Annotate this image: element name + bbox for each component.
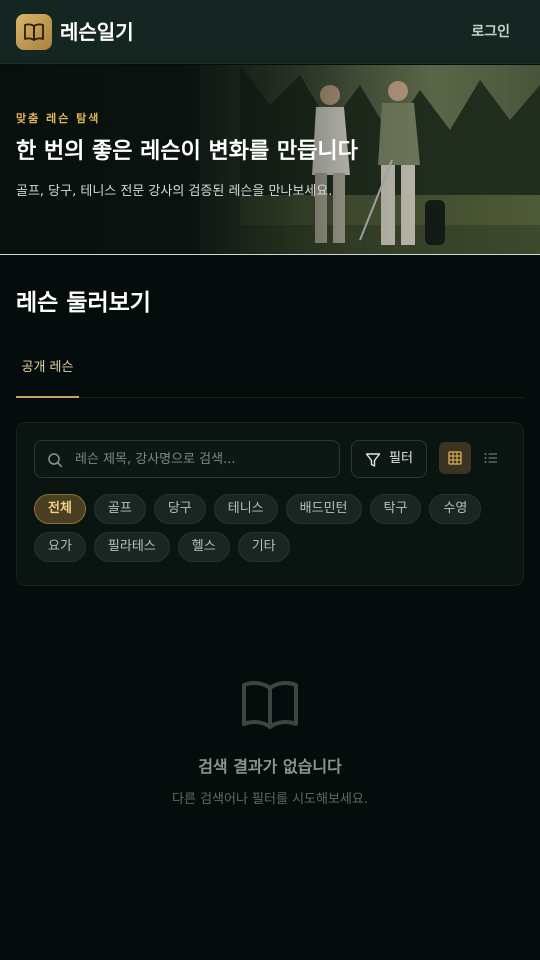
filter-button-label: 필터 (389, 451, 413, 466)
category-chip-other[interactable]: 기타 (237, 532, 290, 562)
grid-view-button[interactable] (439, 442, 471, 474)
filter-panel: 필터 전체 골프 당구 테니스 배드민턴 탁구 수영 요가 필라테스 헬스 기타 (16, 422, 524, 586)
search-box (34, 440, 340, 478)
funnel-icon (365, 453, 381, 467)
search-icon (48, 453, 63, 468)
empty-state-subtitle: 다른 검색어나 필터를 시도해보세요. (172, 792, 368, 807)
empty-state-title: 검색 결과가 없습니다 (198, 757, 342, 776)
category-chip-pilates[interactable]: 필라테스 (93, 532, 170, 562)
list-icon (484, 453, 497, 463)
hero-subtitle: 골프, 당구, 테니스 전문 강사의 검증된 레슨을 만나보세요. (16, 184, 333, 199)
login-button[interactable]: 로그인 (471, 20, 510, 44)
page-title: 레슨 둘러보기 (16, 290, 151, 316)
category-chips: 전체 골프 당구 테니스 배드민턴 탁구 수영 요가 필라테스 헬스 기타 (34, 494, 514, 562)
category-chip-golf[interactable]: 골프 (93, 494, 146, 524)
category-chip-tennis[interactable]: 테니스 (213, 494, 278, 524)
top-navigation-bar: 레슨일기 로그인 (0, 0, 540, 64)
lesson-tabs: 공개 레슨 (16, 348, 524, 398)
app-title[interactable]: 레슨일기 (60, 18, 134, 46)
category-chip-yoga[interactable]: 요가 (34, 532, 86, 562)
category-chip-badminton[interactable]: 배드민턴 (285, 494, 362, 524)
open-book-icon (242, 681, 298, 729)
hero-banner: 맞춤 레슨 탐색 한 번의 좋은 레슨이 변화를 만듭니다 골프, 당구, 테니… (0, 65, 540, 255)
search-input[interactable] (75, 441, 333, 477)
hero-title: 한 번의 좋은 레슨이 변화를 만듭니다 (16, 139, 358, 164)
book-logo-icon[interactable] (16, 14, 52, 50)
category-chip-fitness[interactable]: 헬스 (177, 532, 230, 562)
filter-button[interactable]: 필터 (351, 440, 427, 478)
hero-eyebrow: 맞춤 레슨 탐색 (16, 112, 101, 125)
category-chip-all[interactable]: 전체 (34, 494, 86, 524)
category-chip-billiards[interactable]: 당구 (153, 494, 206, 524)
category-chip-swimming[interactable]: 수영 (429, 494, 482, 524)
tab-public-lessons[interactable]: 공개 레슨 (16, 348, 79, 398)
grid-icon (448, 451, 462, 465)
list-view-button[interactable] (475, 442, 507, 474)
category-chip-table-tennis[interactable]: 탁구 (369, 494, 422, 524)
